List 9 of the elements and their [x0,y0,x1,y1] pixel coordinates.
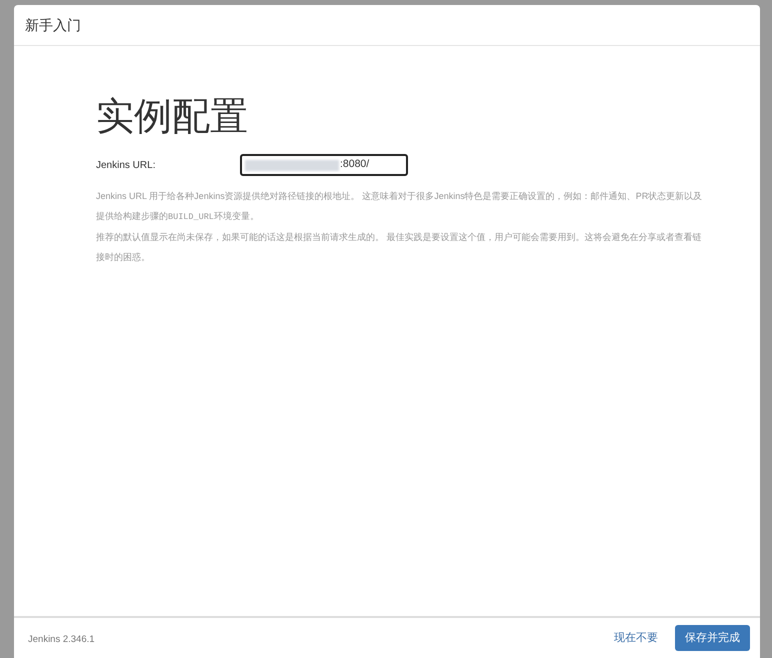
save-button[interactable]: 保存并完成 [675,625,750,651]
skip-link[interactable]: 现在不要 [614,630,658,646]
help-paragraph: 推荐的默认值显示在尚未保存，如果可能的话这是根据当前请求生成的。 最佳实践是要设置这个值，用户可能会需要用到。这将会避免在分享或者查看链接时的困惑。 [96,231,703,264]
help-paragraph: Jenkins URL 用于给各种Jenkins资源提供绝对路径链接的根地址。 这意味着对于很多Jenkins特色是需要正确设置的，例如：邮件通知、PR状态更新以及提供给构建步骤的BUILD_URL环境变量。 [96,190,704,224]
dialog-title: 新手入门 [25,16,81,34]
field-label: Jenkins URL: [96,158,156,172]
version-text: Jenkins 2.346.1 [28,632,95,647]
page-heading: 实例配置 [96,93,249,140]
url-field[interactable]: :8080/ [240,154,408,176]
